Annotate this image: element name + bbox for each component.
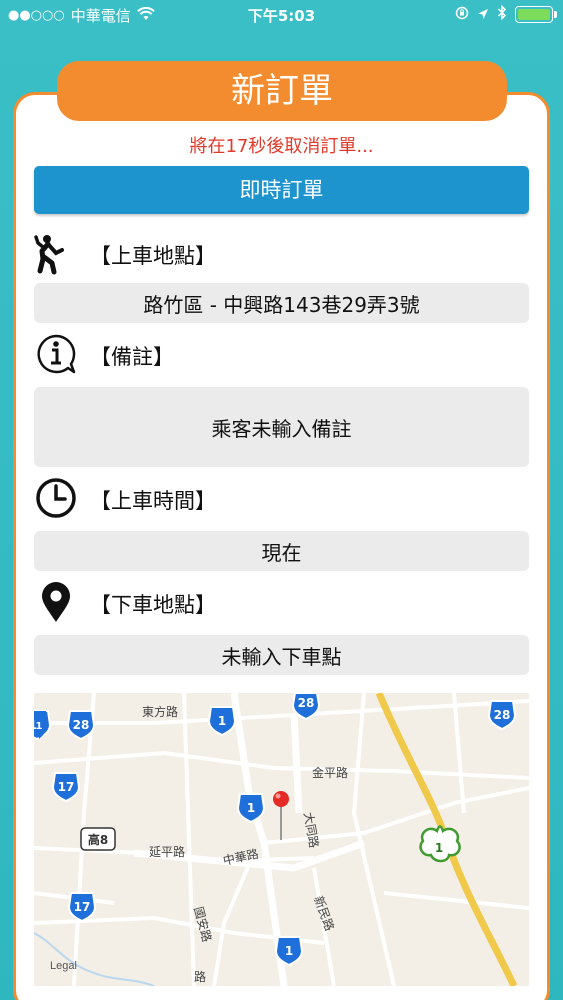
- pickup-location-field: 路竹區 - 中興路143巷29弄3號: [34, 283, 529, 323]
- battery-icon: [515, 6, 557, 23]
- pickup-location-header: 【上車地點】: [34, 232, 216, 278]
- map-pin-icon[interactable]: [273, 791, 289, 840]
- dropoff-location-label: 【下車地點】: [90, 593, 216, 617]
- provincial-highway-1: 1: [419, 825, 461, 863]
- map-legal-link[interactable]: Legal: [50, 960, 77, 972]
- pickup-time-label: 【上車時間】: [90, 489, 216, 513]
- pickup-time-header: 【上車時間】: [34, 477, 216, 523]
- pickup-location-label: 【上車地點】: [90, 244, 216, 268]
- pickup-time-field: 現在: [34, 531, 529, 571]
- note-field: 乘客未輸入備註: [34, 387, 529, 467]
- bluetooth-icon: [497, 4, 507, 24]
- person-waving-icon: [34, 231, 78, 280]
- svg-text:28: 28: [73, 718, 90, 732]
- page-title: 新訂單: [57, 61, 507, 121]
- cancel-countdown: 將在17秒後取消訂單...: [189, 136, 374, 157]
- location-pin-icon: [34, 580, 78, 629]
- svg-text:1: 1: [435, 841, 443, 855]
- note-header: 【備註】: [34, 333, 174, 379]
- note-label: 【備註】: [90, 345, 174, 369]
- svg-text:17: 17: [74, 900, 91, 914]
- orientation-lock-icon: [455, 6, 469, 24]
- map-road-label: 東方路: [142, 704, 178, 719]
- route-shield-17: 17: [51, 772, 81, 803]
- svg-text:1: 1: [218, 714, 226, 728]
- svg-text:1: 1: [36, 721, 43, 732]
- dropoff-location-field: 未輸入下車點: [34, 635, 529, 675]
- map-road-label: 新民路: [311, 894, 337, 933]
- route-shield-1: 1: [236, 793, 266, 824]
- info-icon: [34, 332, 78, 381]
- svg-text:高8: 高8: [88, 832, 108, 847]
- route-shield-28: 28: [487, 700, 517, 731]
- svg-text:1: 1: [285, 944, 293, 958]
- map-road-label: 大同路: [301, 811, 322, 849]
- map-view[interactable]: 東方路 金平路 延平路 中華路 大同路 新民路 國安路 路 17 28 1: [34, 693, 529, 986]
- instant-order-button[interactable]: 即時訂單: [34, 166, 529, 214]
- status-right: [455, 4, 557, 24]
- svg-text:1: 1: [247, 801, 255, 815]
- route-shield-17: 17: [67, 892, 97, 923]
- map-road-label: 路: [194, 969, 206, 984]
- svg-text:28: 28: [298, 696, 315, 710]
- route-shield-k8: 高8: [80, 827, 116, 851]
- dropoff-location-header: 【下車地點】: [34, 581, 216, 627]
- route-shield-1: 1: [207, 706, 237, 737]
- map-road-label: 延平路: [149, 844, 185, 859]
- svg-text:28: 28: [494, 708, 511, 722]
- main-roads: [133, 693, 366, 986]
- svg-text:17: 17: [58, 780, 75, 794]
- map-road-label: 金平路: [312, 765, 348, 780]
- location-arrow-icon: [477, 6, 489, 24]
- status-bar: ●●○○○ 中華電信 下午5:03: [0, 0, 563, 28]
- clock-icon: [34, 476, 78, 525]
